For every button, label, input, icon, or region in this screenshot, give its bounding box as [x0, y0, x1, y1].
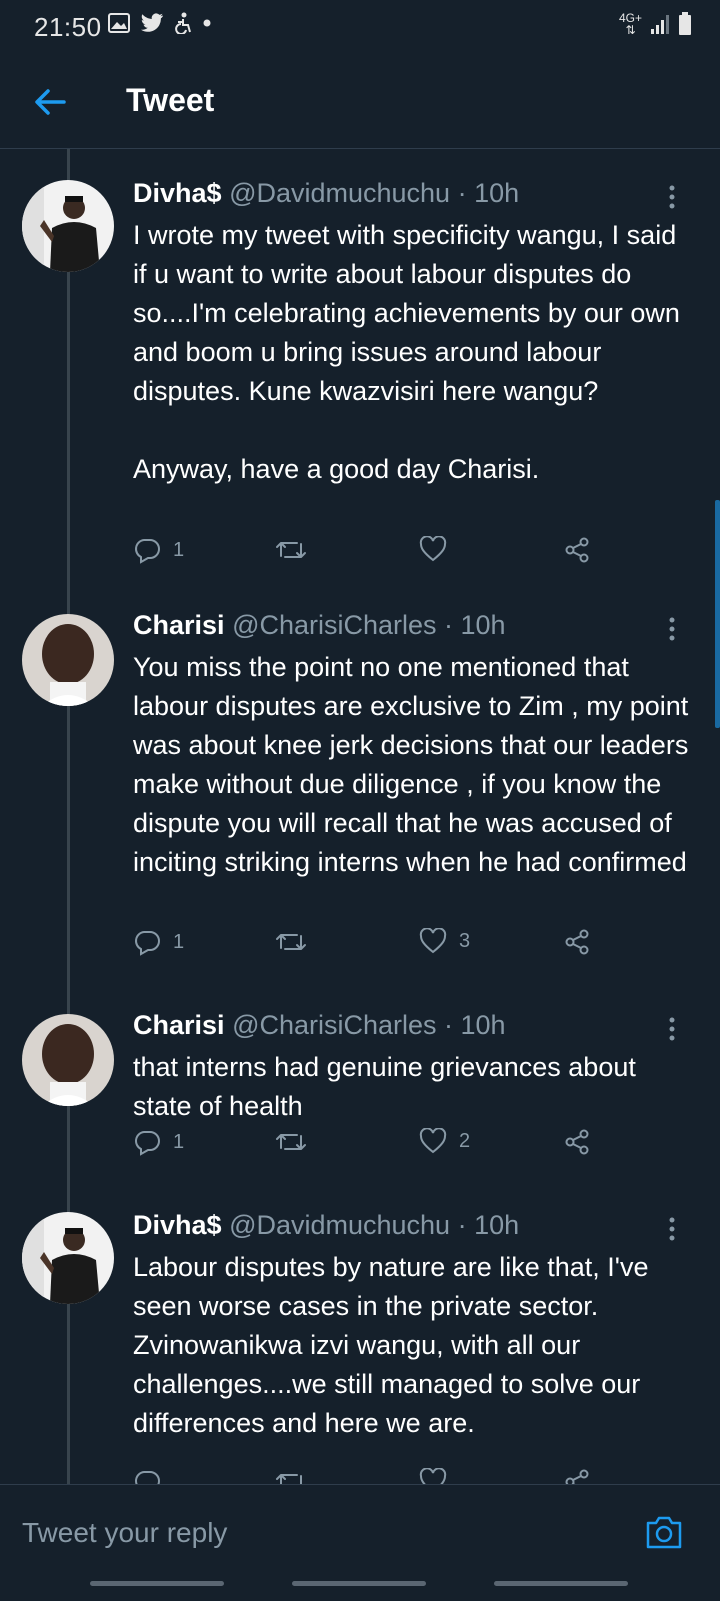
reply-input[interactable]: Tweet your reply	[22, 1517, 227, 1549]
signal-icon	[651, 15, 669, 34]
heart-icon	[419, 928, 447, 954]
avatar[interactable]	[22, 1014, 114, 1106]
share-icon	[565, 537, 589, 563]
reply-composer[interactable]: Tweet your reply	[0, 1484, 720, 1601]
author-name[interactable]: Charisi	[133, 610, 225, 640]
avatar-image	[22, 1212, 114, 1304]
reply-button[interactable]: 1	[133, 1128, 184, 1156]
reply-icon	[135, 1131, 160, 1156]
tweet-text: that interns had genuine grievances abou…	[133, 1052, 644, 1121]
share-icon	[565, 1129, 589, 1155]
author-handle[interactable]: @CharisiCharles · 10h	[232, 1010, 506, 1040]
avatar-image	[22, 1014, 114, 1106]
share-icon	[565, 1469, 589, 1484]
tweet-header: Charisi @CharisiCharles · 10h	[133, 1010, 680, 1041]
retweet-icon	[276, 1474, 305, 1484]
more-options-icon[interactable]	[668, 184, 676, 210]
tweet[interactable]: Divha$ @Davidmuchuchu · 10h Labour dispu…	[0, 1210, 720, 1484]
reply-button[interactable]: 1	[133, 928, 184, 956]
tweet[interactable]: Divha$ @Davidmuchuchu · 10h I wrote my t…	[0, 178, 720, 598]
gallery-icon	[108, 13, 130, 33]
tweet[interactable]: Charisi @CharisiCharles · 10h You miss t…	[0, 610, 720, 990]
reply-count: 1	[173, 930, 185, 953]
author-name[interactable]: Divha$	[133, 178, 222, 208]
heart-icon	[419, 1468, 447, 1484]
tweet-header: Divha$ @Davidmuchuchu · 10h	[133, 178, 680, 209]
reply-icon	[135, 931, 160, 956]
tweet-text: You miss the point no one mentioned that…	[133, 652, 696, 877]
tweet-actions: 1	[133, 536, 613, 576]
like-button[interactable]: 2	[419, 1128, 470, 1154]
dot-icon	[203, 19, 211, 27]
more-options-icon[interactable]	[668, 1016, 676, 1042]
avatar[interactable]	[22, 1212, 114, 1304]
reply-button[interactable]	[133, 1468, 161, 1484]
retweet-button[interactable]	[275, 536, 319, 564]
battery-icon	[679, 12, 691, 35]
back-arrow-icon[interactable]	[30, 82, 70, 122]
avatar-image	[22, 614, 114, 706]
like-button[interactable]	[419, 536, 459, 562]
author-handle[interactable]: @Davidmuchuchu · 10h	[229, 178, 519, 208]
status-notification-icons	[108, 12, 212, 34]
retweet-button[interactable]	[275, 1468, 307, 1484]
retweet-button[interactable]	[275, 928, 319, 956]
reply-button[interactable]: 1	[133, 536, 184, 564]
share-button[interactable]	[563, 536, 591, 564]
nav-pill[interactable]	[90, 1581, 224, 1586]
status-time: 21:50	[34, 12, 102, 42]
network-indicator: 4G+ ⇅	[619, 12, 642, 36]
avatar-image	[22, 180, 114, 272]
twitter-bird-icon	[141, 13, 163, 32]
retweet-button[interactable]	[275, 1128, 319, 1156]
author-handle[interactable]: @CharisiCharles · 10h	[232, 610, 506, 640]
avatar[interactable]	[22, 180, 114, 272]
system-nav-bar	[0, 1581, 720, 1587]
like-button[interactable]	[419, 1468, 447, 1484]
app-bar: Tweet	[0, 60, 720, 149]
tweet-header: Divha$ @Davidmuchuchu · 10h	[133, 1210, 680, 1241]
heart-icon	[419, 1128, 447, 1154]
author-name[interactable]: Divha$	[133, 1210, 222, 1240]
share-button[interactable]	[563, 928, 591, 956]
tweet-actions: 1 3	[133, 928, 613, 968]
nav-pill[interactable]	[494, 1581, 628, 1586]
like-count: 3	[459, 929, 471, 952]
tweet-actions: 1 2	[133, 1128, 613, 1168]
page-title: Tweet	[126, 82, 215, 118]
status-bar: 21:50 4G+ ⇅	[0, 0, 720, 52]
reply-count: 1	[173, 538, 185, 561]
author-name[interactable]: Charisi	[133, 1010, 225, 1040]
tweet[interactable]: Charisi @CharisiCharles · 10h that inter…	[0, 1010, 720, 1190]
more-options-icon[interactable]	[668, 616, 676, 642]
retweet-icon	[276, 1134, 306, 1150]
like-count: 2	[459, 1129, 471, 1152]
reply-count: 1	[173, 1130, 185, 1153]
heart-icon	[419, 536, 447, 562]
tweet-text: I wrote my tweet with specificity wangu,…	[133, 220, 680, 484]
data-arrows-icon: ⇅	[625, 23, 636, 37]
share-button[interactable]	[563, 1468, 591, 1484]
retweet-icon	[276, 542, 306, 558]
reply-icon	[135, 1471, 160, 1484]
author-handle[interactable]: @Davidmuchuchu · 10h	[229, 1210, 519, 1240]
more-options-icon[interactable]	[668, 1216, 676, 1242]
tweet-actions	[133, 1468, 613, 1484]
retweet-icon	[276, 934, 306, 950]
status-right: 4G+ ⇅	[619, 12, 692, 36]
tweet-text: Labour disputes by nature are like that,…	[133, 1252, 656, 1438]
like-button[interactable]: 3	[419, 928, 470, 954]
reply-icon	[135, 539, 160, 564]
share-button[interactable]	[563, 1128, 591, 1156]
scrollbar[interactable]	[715, 500, 720, 728]
accessibility-icon	[175, 12, 191, 34]
tweet-header: Charisi @CharisiCharles · 10h	[133, 610, 680, 641]
avatar[interactable]	[22, 614, 114, 706]
share-icon	[565, 929, 589, 955]
nav-pill[interactable]	[292, 1581, 426, 1586]
camera-icon[interactable]	[644, 1513, 684, 1551]
